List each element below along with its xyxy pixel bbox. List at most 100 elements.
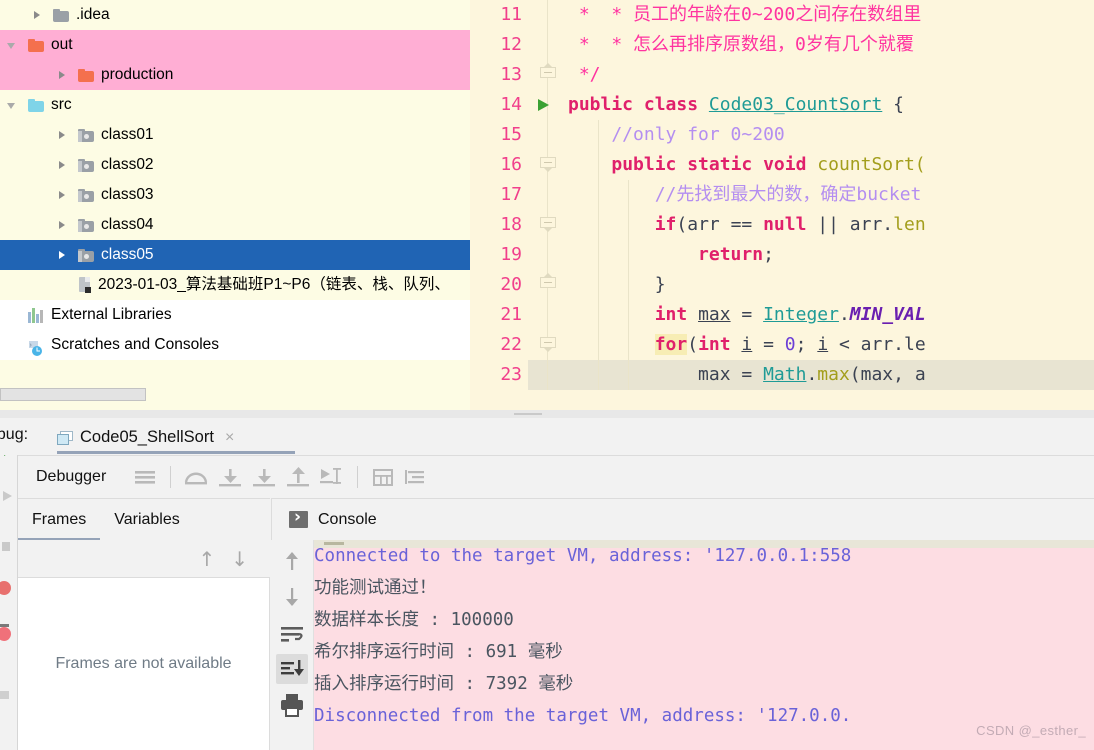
horizontal-splitter[interactable]: [0, 410, 1094, 418]
code-line[interactable]: 17 //先找到最大的数，确定bucket: [470, 180, 1094, 210]
code-line[interactable]: 11 * * 员工的年龄在0~200之间存在数组里: [470, 0, 1094, 30]
project-tool-window[interactable]: .idea out production src class01 class02 class…: [0, 0, 470, 418]
fold-gutter[interactable]: [528, 60, 568, 90]
tree-item-out[interactable]: out: [0, 30, 470, 60]
code-token: Integer: [763, 304, 839, 325]
code-line[interactable]: 12 * * 怎么再排序原数组，0岁有几个就覆: [470, 30, 1094, 60]
folder-icon-orange: [28, 38, 44, 52]
tree-item-class04[interactable]: class04: [0, 210, 470, 240]
fold-gutter[interactable]: [528, 210, 568, 240]
fold-gutter[interactable]: [528, 300, 568, 330]
view-breakpoints-icon[interactable]: [0, 622, 18, 642]
step-over-icon[interactable]: [179, 462, 213, 492]
tree-item-label: production: [101, 66, 174, 83]
code-line[interactable]: 16 public static void countSort(: [470, 150, 1094, 180]
fold-gutter[interactable]: [528, 360, 568, 390]
pause-program-icon[interactable]: [0, 486, 18, 506]
tree-item-src[interactable]: src: [0, 90, 470, 120]
line-number: 23: [500, 364, 522, 385]
code-line[interactable]: 13 */: [470, 60, 1094, 90]
chevron-right-icon[interactable]: [56, 219, 69, 232]
settings-icon[interactable]: [0, 684, 18, 704]
force-step-into-icon[interactable]: [247, 462, 281, 492]
code-token: Math: [763, 364, 807, 385]
chevron-right-icon[interactable]: [56, 129, 69, 142]
chevron-right-icon[interactable]: [56, 159, 69, 172]
tree-item-scratchesan[interactable]: › Scratches and Consoles: [0, 330, 470, 360]
code-line[interactable]: 23 max = Math.max(max, a: [470, 360, 1094, 390]
tree-item-label: class04: [101, 216, 154, 233]
scroll-up-icon[interactable]: [276, 546, 308, 576]
code-line[interactable]: 22 for(int i = 0; i < arr.le: [470, 330, 1094, 360]
menu-icon[interactable]: [128, 462, 162, 492]
tree-item-class02[interactable]: class02: [0, 150, 470, 180]
fold-gutter[interactable]: [528, 180, 568, 210]
fold-gutter[interactable]: [528, 240, 568, 270]
tree-item-label: src: [51, 96, 72, 113]
fold-gutter[interactable]: [528, 30, 568, 60]
code-line[interactable]: 19 return;: [470, 240, 1094, 270]
tree-item-label: .idea: [76, 6, 110, 23]
line-number: 11: [500, 4, 522, 25]
line-number: 13: [500, 64, 522, 85]
chevron-down-icon[interactable]: [6, 39, 19, 52]
code-line[interactable]: 14 public class Code03_CountSort {: [470, 90, 1094, 120]
debug-actions-vertical-strip[interactable]: [0, 418, 18, 750]
fold-gutter[interactable]: [528, 270, 568, 300]
debugger-left-tabs: Frames Variables: [18, 498, 270, 541]
arrow-down-icon[interactable]: ↓: [231, 547, 248, 571]
code-token: {: [882, 94, 904, 115]
code-line[interactable]: 15 //only for 0~200: [470, 120, 1094, 150]
code-line[interactable]: 21 int max = Integer.MIN_VAL: [470, 300, 1094, 330]
arrow-up-icon[interactable]: ↑: [198, 547, 215, 571]
code-line-text: //only for 0~200: [568, 120, 785, 150]
chevron-right-icon[interactable]: [31, 9, 44, 22]
code-token: ;: [795, 334, 818, 355]
fold-gutter[interactable]: [528, 330, 568, 360]
chevron-down-icon[interactable]: [6, 99, 19, 112]
scroll-down-icon[interactable]: [276, 582, 308, 612]
debug-session-tab[interactable]: Code05_ShellSort ×: [57, 420, 234, 455]
tree-item-externallib[interactable]: External Libraries: [0, 300, 470, 330]
step-out-icon[interactable]: [281, 462, 315, 492]
step-into-icon[interactable]: [213, 462, 247, 492]
tab-frames[interactable]: Frames: [18, 499, 101, 541]
tab-variables[interactable]: Variables: [100, 499, 194, 541]
stop-program-icon[interactable]: [0, 578, 18, 598]
code-token: max: [698, 304, 731, 325]
toolbar-separator: [170, 466, 172, 488]
chevron-right-icon[interactable]: [56, 249, 69, 262]
tree-item-class03[interactable]: class03: [0, 180, 470, 210]
tree-item-production[interactable]: production: [0, 60, 470, 90]
evaluate-table-icon[interactable]: [366, 462, 400, 492]
fold-gutter[interactable]: [528, 0, 568, 30]
watermark: CSDN @_esther_: [976, 723, 1086, 738]
sort-values-icon[interactable]: [400, 462, 434, 492]
tree-item-class05[interactable]: class05: [0, 240, 470, 270]
tree-item-class01[interactable]: class01: [0, 120, 470, 150]
fold-gutter[interactable]: [528, 150, 568, 180]
close-icon[interactable]: ×: [225, 429, 234, 447]
code-line-text: public class Code03_CountSort {: [568, 90, 904, 120]
code-line[interactable]: 18 if(arr == null || arr.len: [470, 210, 1094, 240]
project-tree-horizontal-scrollbar[interactable]: [0, 388, 146, 401]
mute-breakpoints-icon[interactable]: [0, 536, 18, 556]
run-to-cursor-icon[interactable]: [315, 462, 349, 492]
code-line[interactable]: 20 }: [470, 270, 1094, 300]
tree-item-20230103_[interactable]: 2023-01-03_算法基础班P1~P6（链表、栈、队列、: [0, 270, 470, 300]
scroll-to-end-icon[interactable]: [276, 654, 308, 684]
print-icon[interactable]: [276, 690, 308, 720]
code-editor[interactable]: 11 * * 员工的年龄在0~200之间存在数组里 12 * * 怎么再排序原数组…: [470, 0, 1094, 418]
chevron-right-icon[interactable]: [56, 189, 69, 202]
code-token: //only for 0~200: [568, 124, 785, 145]
code-token: len: [893, 214, 926, 235]
fold-gutter[interactable]: [528, 120, 568, 150]
chevron-right-icon[interactable]: [56, 69, 69, 82]
soft-wrap-icon[interactable]: [276, 618, 308, 648]
code-line-text: for(int i = 0; i < arr.le: [568, 330, 926, 360]
tree-item-idea[interactable]: .idea: [0, 0, 470, 30]
tab-console[interactable]: Console: [318, 511, 377, 529]
console-output[interactable]: Connected to the target VM, address: '12…: [314, 540, 1094, 750]
run-gutter-icon[interactable]: [538, 99, 549, 111]
